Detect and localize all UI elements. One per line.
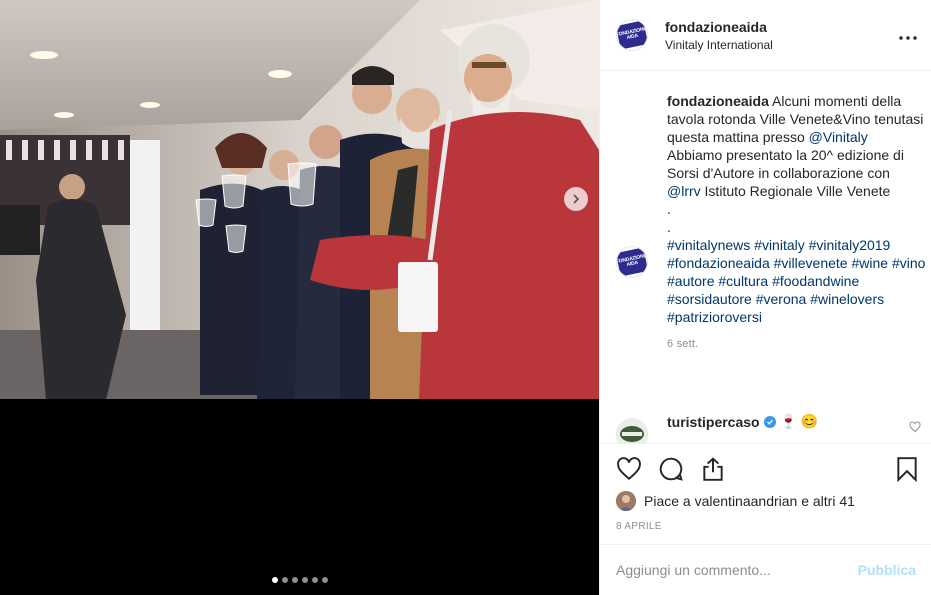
post-actions: Piace a valentinaandrian e altri 41 8 AP… bbox=[600, 443, 931, 544]
avatar[interactable]: FONDAZIONE AIDA bbox=[616, 246, 648, 278]
brand-logo: FONDAZIONE AIDA bbox=[616, 20, 648, 50]
heart-icon bbox=[617, 457, 641, 481]
publish-button[interactable]: Pubblica bbox=[858, 562, 916, 578]
brand-logo: FONDAZIONE AIDA bbox=[616, 247, 648, 277]
likes-summary[interactable]: Piace a valentinaandrian e altri 41 bbox=[616, 491, 855, 511]
mention-link[interactable]: @Vinitaly bbox=[809, 129, 868, 145]
avatar[interactable] bbox=[616, 418, 648, 443]
likes-text[interactable]: Piace a valentinaandrian e altri 41 bbox=[644, 493, 855, 509]
post-photo-illustration bbox=[0, 0, 599, 399]
post-media[interactable] bbox=[0, 0, 599, 595]
caption: FONDAZIONE AIDA fondazioneaida Alcuni mo… bbox=[616, 92, 926, 350]
chevron-right-icon bbox=[573, 194, 580, 204]
turistipercaso-logo-icon bbox=[620, 426, 644, 442]
liker-avatar[interactable] bbox=[616, 491, 636, 511]
bookmark-icon bbox=[897, 457, 917, 483]
caption-text-part: Abbiamo presentato la 20^ edizione di So… bbox=[667, 147, 904, 181]
caption-text: fondazioneaida Alcuni momenti della tavo… bbox=[667, 92, 926, 326]
post-header: FONDAZIONE AIDA fondazioneaida Vinitaly … bbox=[600, 0, 931, 71]
comment-input[interactable] bbox=[616, 562, 858, 578]
logo-text: FONDAZIONE AIDA bbox=[616, 252, 648, 269]
carousel-indicator bbox=[0, 577, 599, 583]
carousel-dot bbox=[301, 577, 308, 583]
comment-username[interactable]: turistipercaso bbox=[667, 414, 760, 430]
hashtags[interactable]: #vinitalynews #vinitaly #vinitaly2019 #f… bbox=[667, 237, 925, 325]
save-button[interactable] bbox=[894, 456, 920, 483]
mention-link[interactable]: @lrrv bbox=[667, 183, 701, 199]
carousel-dot bbox=[311, 577, 318, 583]
more-horizontal-icon bbox=[899, 36, 917, 40]
person-icon bbox=[616, 491, 636, 511]
add-comment-bar: Pubblica bbox=[600, 544, 931, 595]
speech-bubble-icon bbox=[659, 457, 683, 481]
username-link[interactable]: fondazioneaida bbox=[665, 18, 773, 36]
comment-text: 🍷 😊 bbox=[779, 413, 819, 429]
carousel-next-button[interactable] bbox=[564, 187, 588, 211]
carousel-dot bbox=[281, 577, 288, 583]
post-photo[interactable] bbox=[0, 0, 599, 399]
comment-header: turistipercaso 🍷 😊 bbox=[667, 413, 818, 430]
caption-username[interactable]: fondazioneaida bbox=[667, 93, 769, 109]
heart-icon bbox=[909, 421, 921, 433]
header-text: fondazioneaida Vinitaly International bbox=[665, 18, 773, 53]
carousel-dot bbox=[321, 577, 328, 583]
location-link[interactable]: Vinitaly International bbox=[665, 38, 773, 53]
like-button[interactable] bbox=[616, 456, 642, 482]
more-options-button[interactable] bbox=[899, 24, 917, 45]
verified-badge-icon bbox=[763, 415, 776, 428]
comment-item: turistipercaso 🍷 😊 bbox=[616, 410, 921, 443]
avatar[interactable]: FONDAZIONE AIDA bbox=[616, 19, 648, 51]
share-button[interactable] bbox=[700, 456, 726, 482]
like-comment-button[interactable] bbox=[909, 420, 921, 438]
share-icon bbox=[703, 457, 723, 481]
carousel-dot bbox=[291, 577, 298, 583]
logo-text: FONDAZIONE AIDA bbox=[616, 25, 648, 42]
comments-list[interactable]: FONDAZIONE AIDA fondazioneaida Alcuni mo… bbox=[600, 71, 931, 443]
post-date[interactable]: 8 APRILE bbox=[616, 521, 662, 532]
action-icons bbox=[616, 456, 726, 482]
carousel-dot bbox=[271, 577, 278, 583]
caption-timestamp[interactable]: 6 sett. bbox=[667, 338, 926, 350]
comment-button[interactable] bbox=[658, 456, 684, 482]
post-sidebar: FONDAZIONE AIDA fondazioneaida Vinitaly … bbox=[599, 0, 931, 595]
caption-text-part: Istituto Regionale Ville Venete . . bbox=[667, 183, 891, 235]
